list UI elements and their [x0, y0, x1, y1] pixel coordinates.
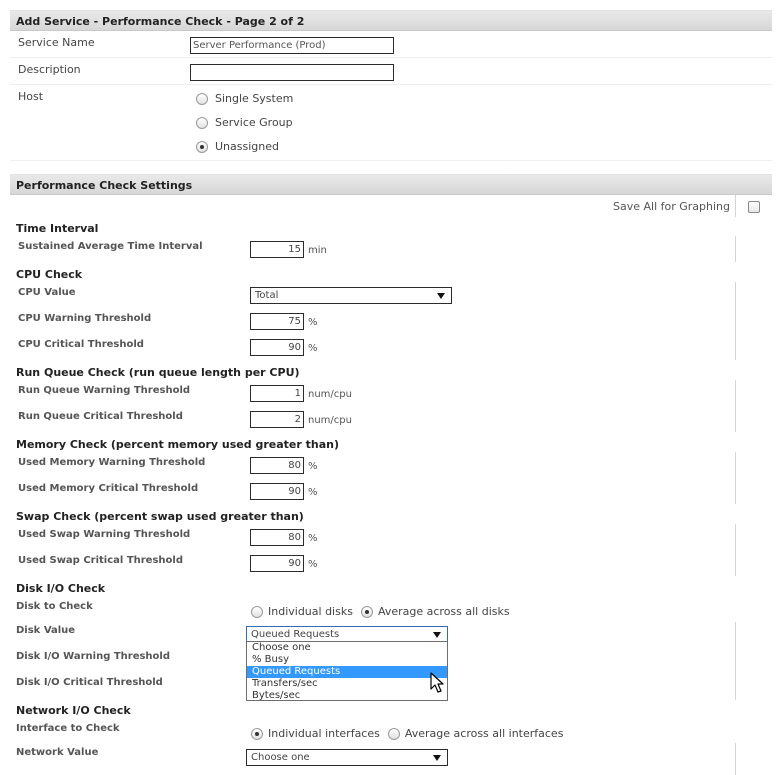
host-option-unassigned[interactable]: Unassigned [196, 140, 279, 153]
save-all-label: Save All for Graphing [612, 200, 730, 213]
host-label: Host [18, 90, 44, 103]
run-queue-warning-label: Run Queue Warning Threshold [18, 385, 191, 396]
network-value-selected: Choose one [251, 752, 310, 763]
network-value-select[interactable]: Choose one [246, 749, 448, 766]
memory-critical-input[interactable]: 90 [250, 483, 304, 500]
column-divider [735, 195, 736, 217]
description-input[interactable] [190, 64, 394, 81]
disk-value-options-list: Choose one % Busy Queued Requests Transf… [246, 641, 448, 701]
memory-warning-unit: % [308, 461, 318, 472]
column-divider [735, 452, 736, 504]
column-divider [735, 622, 736, 700]
swap-warning-label: Used Swap Warning Threshold [18, 529, 191, 540]
host-option-label: Unassigned [215, 140, 279, 153]
column-divider [735, 743, 736, 775]
disk-value-option[interactable]: Choose one [247, 642, 447, 654]
cpu-check-title: CPU Check [16, 268, 83, 281]
run-queue-warning-input[interactable]: 1 [250, 385, 304, 402]
disk-value-selected: Queued Requests [251, 629, 340, 640]
disk-value-option[interactable]: % Busy [247, 654, 447, 666]
sustained-interval-label: Sustained Average Time Interval [18, 241, 203, 252]
time-interval-title: Time Interval [16, 222, 99, 235]
save-all-row: Save All for Graphing [10, 195, 772, 217]
swap-warning-unit: % [308, 533, 318, 544]
run-queue-critical-unit: num/cpu [308, 415, 352, 426]
network-value-label: Network Value [16, 747, 99, 758]
host-option-label: Service Group [215, 116, 293, 129]
cpu-value-label: CPU Value [18, 287, 76, 298]
memory-check-title: Memory Check (percent memory used greate… [16, 438, 340, 451]
memory-warning-input[interactable]: 80 [250, 457, 304, 474]
service-name-row: Service Name [10, 31, 772, 58]
memory-warning-label: Used Memory Warning Threshold [18, 457, 206, 468]
description-label: Description [18, 63, 81, 76]
run-queue-warning-unit: num/cpu [308, 389, 352, 400]
dropdown-arrow-icon[interactable] [433, 632, 441, 638]
disk-io-title: Disk I/O Check [16, 582, 106, 595]
cpu-critical-input[interactable]: 90 [250, 339, 304, 356]
interface-option-average[interactable]: Average across all interfaces [405, 727, 564, 740]
run-queue-critical-label: Run Queue Critical Threshold [18, 411, 183, 422]
swap-check-title: Swap Check (percent swap used greater th… [16, 510, 304, 523]
run-queue-title: Run Queue Check (run queue length per CP… [16, 366, 300, 379]
disk-option-individual[interactable]: Individual disks [268, 605, 353, 618]
column-divider [735, 524, 736, 576]
description-row: Description [10, 58, 772, 85]
settings-header: Performance Check Settings [10, 174, 772, 195]
radio-selected-icon[interactable] [360, 605, 373, 618]
disk-warning-label: Disk I/O Warning Threshold [16, 651, 171, 662]
page-header: Add Service - Performance Check - Page 2… [10, 10, 772, 31]
radio-icon[interactable] [196, 116, 208, 129]
cpu-value-selected: Total [255, 290, 279, 301]
sustained-interval-input[interactable]: 15 [250, 241, 304, 258]
radio-icon[interactable] [387, 727, 400, 740]
column-divider [735, 282, 736, 360]
host-option-single-system[interactable]: Single System [196, 92, 293, 105]
cpu-critical-unit: % [308, 343, 318, 354]
disk-option-average[interactable]: Average across all disks [378, 605, 510, 618]
host-option-label: Single System [215, 92, 294, 105]
disk-value-option[interactable]: Bytes/sec [247, 690, 447, 702]
cpu-value-select[interactable]: Total [250, 287, 452, 304]
radio-icon[interactable] [251, 605, 263, 618]
service-name-label: Service Name [18, 36, 95, 49]
swap-critical-unit: % [308, 559, 318, 570]
memory-critical-unit: % [308, 487, 318, 498]
swap-warning-input[interactable]: 80 [250, 529, 304, 546]
radio-icon[interactable] [196, 92, 208, 105]
column-divider [735, 236, 736, 262]
mouse-cursor-icon [430, 672, 444, 693]
disk-to-check-options: Individual disks Average across all disk… [251, 605, 510, 618]
network-io-title: Network I/O Check [16, 704, 131, 717]
disk-value-option[interactable]: Transfers/sec [247, 678, 447, 690]
host-row: Host Single System Service Group Unassig… [10, 85, 772, 161]
dropdown-arrow-icon[interactable] [437, 293, 445, 299]
save-all-checkbox[interactable] [748, 201, 760, 213]
radio-selected-icon[interactable] [196, 140, 208, 153]
cpu-warning-unit: % [308, 317, 318, 328]
memory-critical-label: Used Memory Critical Threshold [18, 483, 199, 494]
host-option-service-group[interactable]: Service Group [196, 116, 293, 129]
cpu-warning-label: CPU Warning Threshold [18, 313, 152, 324]
disk-critical-label: Disk I/O Critical Threshold [16, 677, 163, 688]
radio-selected-icon[interactable] [251, 727, 263, 740]
run-queue-critical-input[interactable]: 2 [250, 411, 304, 428]
interface-to-check-label: Interface to Check [16, 723, 120, 734]
cpu-critical-label: CPU Critical Threshold [18, 339, 144, 350]
cpu-warning-input[interactable]: 75 [250, 313, 304, 330]
swap-critical-input[interactable]: 90 [250, 555, 304, 572]
disk-value-option-highlighted[interactable]: Queued Requests [247, 666, 447, 678]
interface-option-individual[interactable]: Individual interfaces [268, 727, 380, 740]
dropdown-arrow-icon[interactable] [433, 755, 441, 761]
interface-to-check-options: Individual interfaces Average across all… [251, 727, 563, 740]
disk-to-check-label: Disk to Check [16, 601, 93, 612]
swap-critical-label: Used Swap Critical Threshold [18, 555, 183, 566]
sustained-interval-unit: min [308, 245, 327, 256]
service-name-input[interactable] [190, 37, 394, 54]
column-divider [735, 380, 736, 432]
disk-value-label: Disk Value [16, 625, 76, 636]
